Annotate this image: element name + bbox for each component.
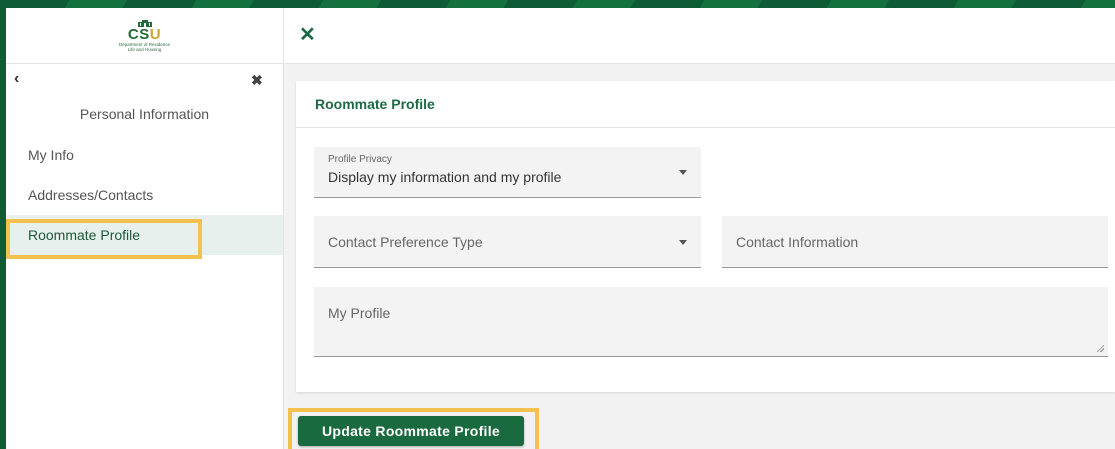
close-icon[interactable]: ✕: [299, 22, 316, 47]
top-bar: ✕: [284, 8, 1115, 64]
sidebar-item-roommate-profile[interactable]: Roommate Profile: [6, 215, 283, 255]
contact-preference-placeholder: Contact Preference Type: [328, 234, 483, 250]
csu-logo: CSU Department of Residence Life and Hou…: [118, 19, 171, 52]
close-icon[interactable]: ✖: [251, 73, 263, 87]
contact-preference-select[interactable]: Contact Preference Type: [314, 216, 701, 268]
my-profile-placeholder: My Profile: [328, 305, 391, 321]
profile-privacy-select[interactable]: Profile Privacy Display my information a…: [314, 147, 701, 198]
chevron-down-icon: [679, 240, 687, 245]
roommate-profile-card: Roommate Profile Profile Privacy Display…: [296, 81, 1115, 392]
card-title: Roommate Profile: [296, 81, 1115, 128]
app-window: CSU Department of Residence Life and Hou…: [6, 8, 1115, 449]
chevron-left-icon[interactable]: ‹: [14, 71, 19, 87]
logo-subtitle: Department of Residence Life and Housing: [118, 41, 171, 52]
profile-privacy-value: Display my information and my profile: [328, 169, 562, 185]
profile-privacy-label: Profile Privacy: [328, 154, 392, 165]
update-roommate-profile-button[interactable]: Update Roommate Profile: [298, 416, 524, 446]
decorative-stripe-band: [0, 0, 1115, 8]
sidebar-item-my-info[interactable]: My Info: [6, 135, 283, 175]
sidebar: CSU Department of Residence Life and Hou…: [6, 8, 284, 449]
logo: CSU Department of Residence Life and Hou…: [6, 8, 283, 64]
my-profile-textarea[interactable]: My Profile: [314, 287, 1108, 357]
sidebar-controls: ‹ ✖: [6, 64, 283, 88]
main-content: Roommate Profile Profile Privacy Display…: [284, 64, 1115, 449]
logo-wordmark: CSU: [127, 25, 162, 43]
contact-information-placeholder: Contact Information: [736, 234, 859, 250]
sidebar-title: Personal Information: [79, 106, 210, 122]
chevron-down-icon: [679, 170, 687, 175]
resize-handle-icon[interactable]: [1096, 344, 1104, 352]
sidebar-item-addresses-contacts[interactable]: Addresses/Contacts: [6, 175, 283, 215]
contact-information-input[interactable]: Contact Information: [722, 216, 1108, 268]
